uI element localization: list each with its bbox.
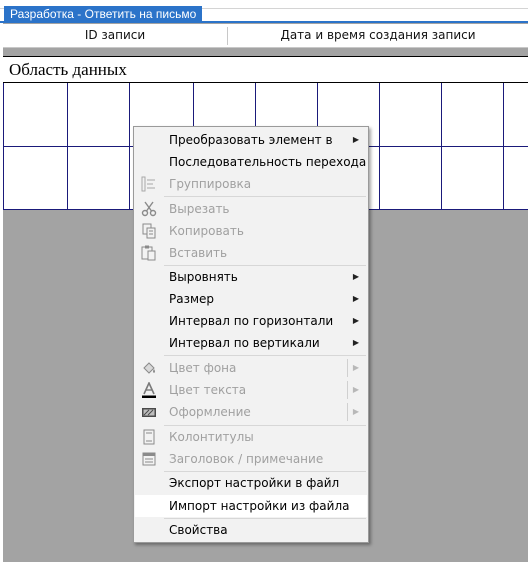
menu-item-cut: Вырезать xyxy=(135,198,367,220)
group-icon xyxy=(141,176,157,192)
split-divider xyxy=(347,381,348,399)
menu-item-label: Преобразовать элемент в xyxy=(169,133,333,147)
submenu-arrow-icon: ▶ xyxy=(352,316,359,325)
scissors-icon xyxy=(141,201,157,217)
submenu-arrow-icon: ▶ xyxy=(352,363,359,372)
detail-section-bar[interactable]: Область данных xyxy=(3,56,528,83)
menu-separator xyxy=(164,196,366,197)
menu-separator xyxy=(164,355,366,356)
submenu-arrow-icon: ▶ xyxy=(352,272,359,281)
menu-item-export-settings[interactable]: Экспорт настройки в файл xyxy=(135,472,367,494)
menu-item-label: Свойства xyxy=(169,523,228,537)
menu-item-label: Интервал по вертикали xyxy=(169,336,320,350)
submenu-arrow-icon: ▶ xyxy=(352,407,359,416)
form-header-icon xyxy=(141,451,157,467)
menu-item-fill-color: Цвет фона ▶ xyxy=(135,357,367,379)
menu-item-label: Экспорт настройки в файл xyxy=(169,476,340,490)
column-header-id[interactable]: ID записи xyxy=(3,24,227,47)
menu-item-label: Оформление xyxy=(169,405,251,419)
submenu-arrow-icon: ▶ xyxy=(352,294,359,303)
paste-icon xyxy=(141,245,157,261)
menu-item-label: Последовательность перехода xyxy=(169,155,367,169)
menu-item-label: Цвет текста xyxy=(169,383,247,397)
menu-item-properties[interactable]: Свойства xyxy=(135,519,367,541)
menu-item-label: Импорт настройки из файла xyxy=(169,499,350,513)
split-divider xyxy=(347,403,348,421)
menu-item-label: Вставить xyxy=(169,246,228,260)
menu-item-align[interactable]: Выровнять ▶ xyxy=(135,266,367,288)
menu-item-font-color: Цвет текста ▶ xyxy=(135,379,367,401)
form-header-row: ID записи Дата и время создания записи xyxy=(3,24,528,48)
menu-item-size[interactable]: Размер ▶ xyxy=(135,288,367,310)
font-color-icon xyxy=(141,381,157,398)
menu-item-import-settings[interactable]: Импорт настройки из файла xyxy=(135,495,367,517)
menu-item-paste: Вставить xyxy=(135,242,367,264)
menu-item-vertical-spacing[interactable]: Интервал по вертикали ▶ xyxy=(135,332,367,354)
submenu-arrow-icon: ▶ xyxy=(352,338,359,347)
menu-item-grouping: Группировка xyxy=(135,173,367,195)
menu-item-tab-order[interactable]: Последовательность перехода xyxy=(135,151,367,173)
menu-item-convert-element[interactable]: Преобразовать элемент в ▶ xyxy=(135,129,367,151)
context-menu: Преобразовать элемент в ▶ Последовательн… xyxy=(133,126,369,543)
menu-item-label: Колонтитулы xyxy=(169,430,254,444)
special-effect-icon xyxy=(141,404,157,420)
menu-item-label: Размер xyxy=(169,292,215,306)
section-title: Область данных xyxy=(9,60,127,79)
copy-icon xyxy=(141,223,157,239)
menu-item-label: Заголовок / примечание xyxy=(169,452,324,466)
submenu-arrow-icon: ▶ xyxy=(352,135,359,144)
menu-item-label: Вырезать xyxy=(169,202,230,216)
menu-item-page-header-footer: Колонтитулы xyxy=(135,426,367,448)
menu-item-label: Копировать xyxy=(169,224,244,238)
menu-item-label: Цвет фона xyxy=(169,361,237,375)
menu-item-horizontal-spacing[interactable]: Интервал по горизонтали ▶ xyxy=(135,310,367,332)
page-header-icon xyxy=(141,429,157,445)
menu-item-label: Интервал по горизонтали xyxy=(169,314,334,328)
document-tab[interactable]: Разработка - Ответить на письмо xyxy=(4,6,203,22)
menu-item-special-effect: Оформление ▶ xyxy=(135,401,367,423)
menu-item-label: Выровнять xyxy=(169,270,238,284)
fill-color-icon xyxy=(141,360,157,376)
menu-item-label: Группировка xyxy=(169,177,252,191)
column-header-created[interactable]: Дата и время создания записи xyxy=(228,24,528,47)
menu-item-form-header-footer: Заголовок / примечание xyxy=(135,448,367,470)
menu-item-copy: Копировать xyxy=(135,220,367,242)
split-divider xyxy=(347,359,348,377)
submenu-arrow-icon: ▶ xyxy=(352,385,359,394)
